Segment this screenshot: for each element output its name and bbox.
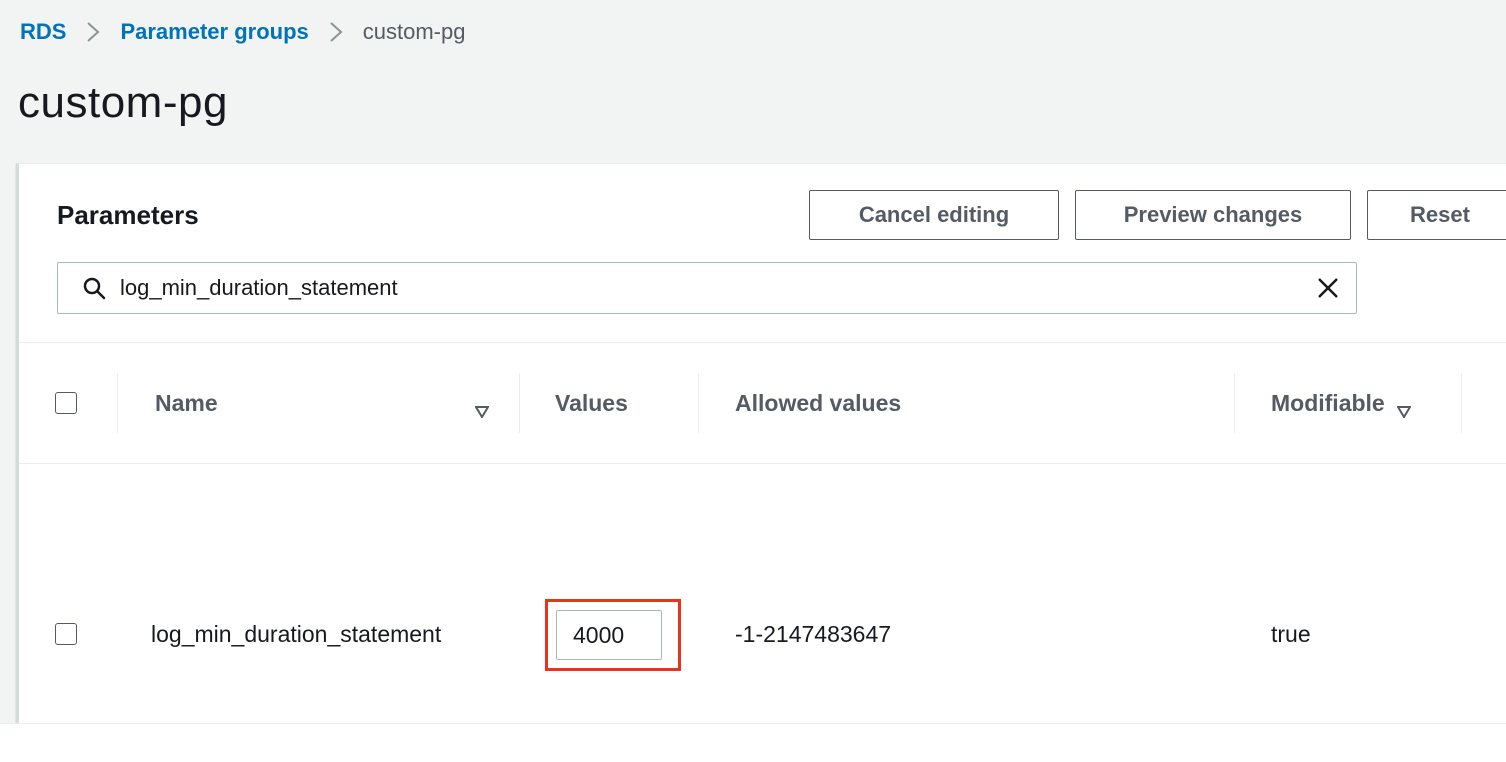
search-icon — [82, 276, 106, 300]
column-header-label: Allowed values — [735, 389, 902, 416]
column-header-values: Values — [555, 343, 628, 463]
search-field[interactable] — [57, 262, 1357, 314]
column-divider — [1461, 373, 1462, 433]
page-footer-area — [0, 723, 1506, 762]
search-input[interactable] — [120, 275, 1270, 301]
column-header-allowed-values: Allowed values — [735, 343, 901, 463]
column-header-label: Values — [555, 389, 628, 416]
page-title: custom-pg — [18, 78, 228, 127]
column-header-label: Name — [155, 389, 218, 416]
column-divider — [519, 373, 520, 433]
cancel-editing-button[interactable]: Cancel editing — [809, 190, 1059, 240]
allowed-values: -1-2147483647 — [735, 620, 892, 647]
sort-down-icon[interactable] — [474, 397, 490, 419]
column-header-truncated — [1500, 343, 1506, 463]
column-header-label: Modifiable — [1271, 389, 1385, 416]
parameters-container: Parameters Cancel editing Preview change… — [16, 163, 1506, 724]
highlight-box — [545, 599, 681, 671]
chevron-right-icon — [86, 20, 100, 44]
breadcrumb-parameter-groups-link[interactable]: Parameter groups — [120, 19, 308, 45]
select-all-checkbox[interactable] — [55, 392, 77, 414]
column-divider — [1234, 373, 1235, 433]
row-checkbox[interactable] — [55, 623, 77, 645]
close-icon[interactable] — [1316, 276, 1340, 300]
breadcrumb: RDS Parameter groups custom-pg — [20, 17, 465, 47]
parameters-title: Parameters — [57, 200, 199, 230]
column-divider — [698, 373, 699, 433]
sort-down-icon[interactable] — [1395, 397, 1412, 419]
parameter-name: log_min_duration_statement — [151, 620, 442, 647]
table-header: Name Values Allowed values Modifiable — [19, 343, 1506, 464]
breadcrumb-rds-link[interactable]: RDS — [20, 19, 66, 45]
reset-button[interactable]: Reset — [1367, 190, 1506, 240]
breadcrumb-current: custom-pg — [362, 19, 466, 44]
chevron-right-icon — [329, 20, 343, 44]
column-header-modifiable[interactable]: Modifiable — [1271, 343, 1412, 463]
preview-changes-button[interactable]: Preview changes — [1075, 190, 1351, 240]
parameter-value-input[interactable] — [556, 610, 662, 660]
modifiable-value: true — [1271, 620, 1311, 647]
column-header-name[interactable]: Name — [155, 343, 490, 463]
column-divider — [117, 373, 118, 433]
rds-parameter-group-page: RDS Parameter groups custom-pg custom-pg… — [0, 0, 1506, 762]
table-row: log_min_duration_statement -1-2147483647… — [19, 464, 1506, 724]
